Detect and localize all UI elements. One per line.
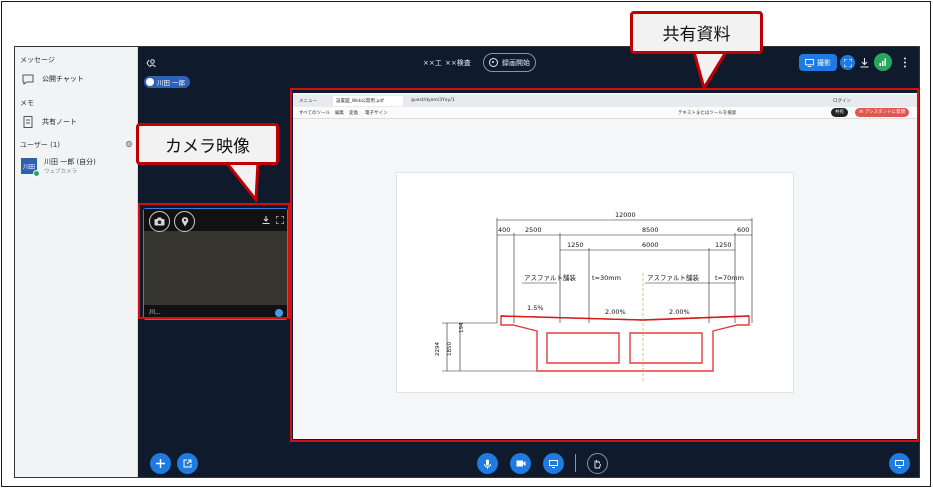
sidebar-item-public-chat[interactable]: 公開チャット — [21, 72, 84, 86]
download-icon[interactable] — [860, 58, 869, 68]
chat-icon — [22, 74, 34, 85]
user-list-item[interactable]: 川田 川田 一郎 (自分) ウェブカメラ — [21, 157, 96, 177]
raise-hand-button[interactable] — [587, 453, 608, 474]
fullscreen-button[interactable] — [840, 55, 855, 70]
hand-icon — [594, 459, 601, 468]
sidebar-item-shared-note[interactable]: 共有ノート — [21, 115, 77, 129]
signal-icon — [879, 58, 886, 66]
external-link-button[interactable] — [177, 453, 198, 474]
meeting-title-1: ××工 — [423, 59, 442, 67]
user-subtitle: ウェブカメラ — [44, 169, 78, 175]
user-list-toggle-icon[interactable] — [146, 58, 156, 68]
public-chat-label: 公開チャット — [42, 75, 84, 83]
monitor-icon — [549, 459, 558, 468]
sidebar: メッセージ 公開チャット メモ 共有ノート ユーザー (1) 川田 川田 一郎 … — [15, 47, 138, 477]
callout-pointer-camera — [224, 162, 260, 202]
presenter-name-badge: 川田 一郎 — [144, 76, 191, 88]
more-options-icon[interactable] — [903, 57, 907, 68]
shared-note-label: 共有ノート — [42, 118, 77, 126]
external-link-icon — [183, 459, 192, 468]
microphone-icon — [484, 459, 491, 469]
screen-share-label: 撮影 — [817, 58, 831, 67]
record-button[interactable]: 録画開始 — [483, 53, 536, 72]
microphone-button[interactable] — [477, 453, 498, 474]
top-bar: ××工 ××検査 録画開始 撮影 — [138, 47, 919, 79]
memo-section-label: メモ — [20, 99, 34, 107]
presenter-status-icon — [146, 78, 154, 86]
toolbar-divider — [575, 454, 576, 472]
expand-icon — [843, 58, 852, 67]
camera-video-highlight-box — [138, 203, 290, 319]
avatar: 川田 — [21, 158, 40, 177]
plus-icon — [156, 459, 165, 468]
gear-icon[interactable] — [125, 140, 133, 148]
camera-toggle-button[interactable] — [510, 453, 531, 474]
callout-camera-video: カメラ映像 — [136, 123, 279, 165]
note-icon — [23, 116, 33, 128]
screen-share-button[interactable]: 撮影 — [799, 54, 837, 71]
user-name: 川田 一郎 (自分) — [44, 158, 96, 166]
presenter-name: 川田 一郎 — [157, 79, 186, 87]
record-label: 録画開始 — [502, 58, 530, 67]
monitor-icon — [895, 459, 904, 468]
callout-shared-material: 共有資料 — [630, 11, 763, 54]
screen-share-toggle-button[interactable] — [543, 453, 564, 474]
record-icon — [489, 58, 498, 67]
video-camera-icon — [516, 460, 525, 467]
connection-status-button[interactable] — [874, 53, 892, 71]
layout-button[interactable] — [889, 453, 910, 474]
avatar-initials: 川田 — [22, 163, 35, 171]
meeting-title-2: ××検査 — [445, 59, 471, 67]
shared-material-highlight-box — [290, 88, 919, 442]
online-status-icon — [33, 170, 40, 177]
callout-pointer-shared — [692, 52, 728, 88]
users-section-label: ユーザー (1) — [20, 141, 61, 149]
monitor-icon — [805, 58, 814, 67]
messages-section-label: メッセージ — [20, 56, 55, 64]
add-button[interactable] — [150, 453, 171, 474]
